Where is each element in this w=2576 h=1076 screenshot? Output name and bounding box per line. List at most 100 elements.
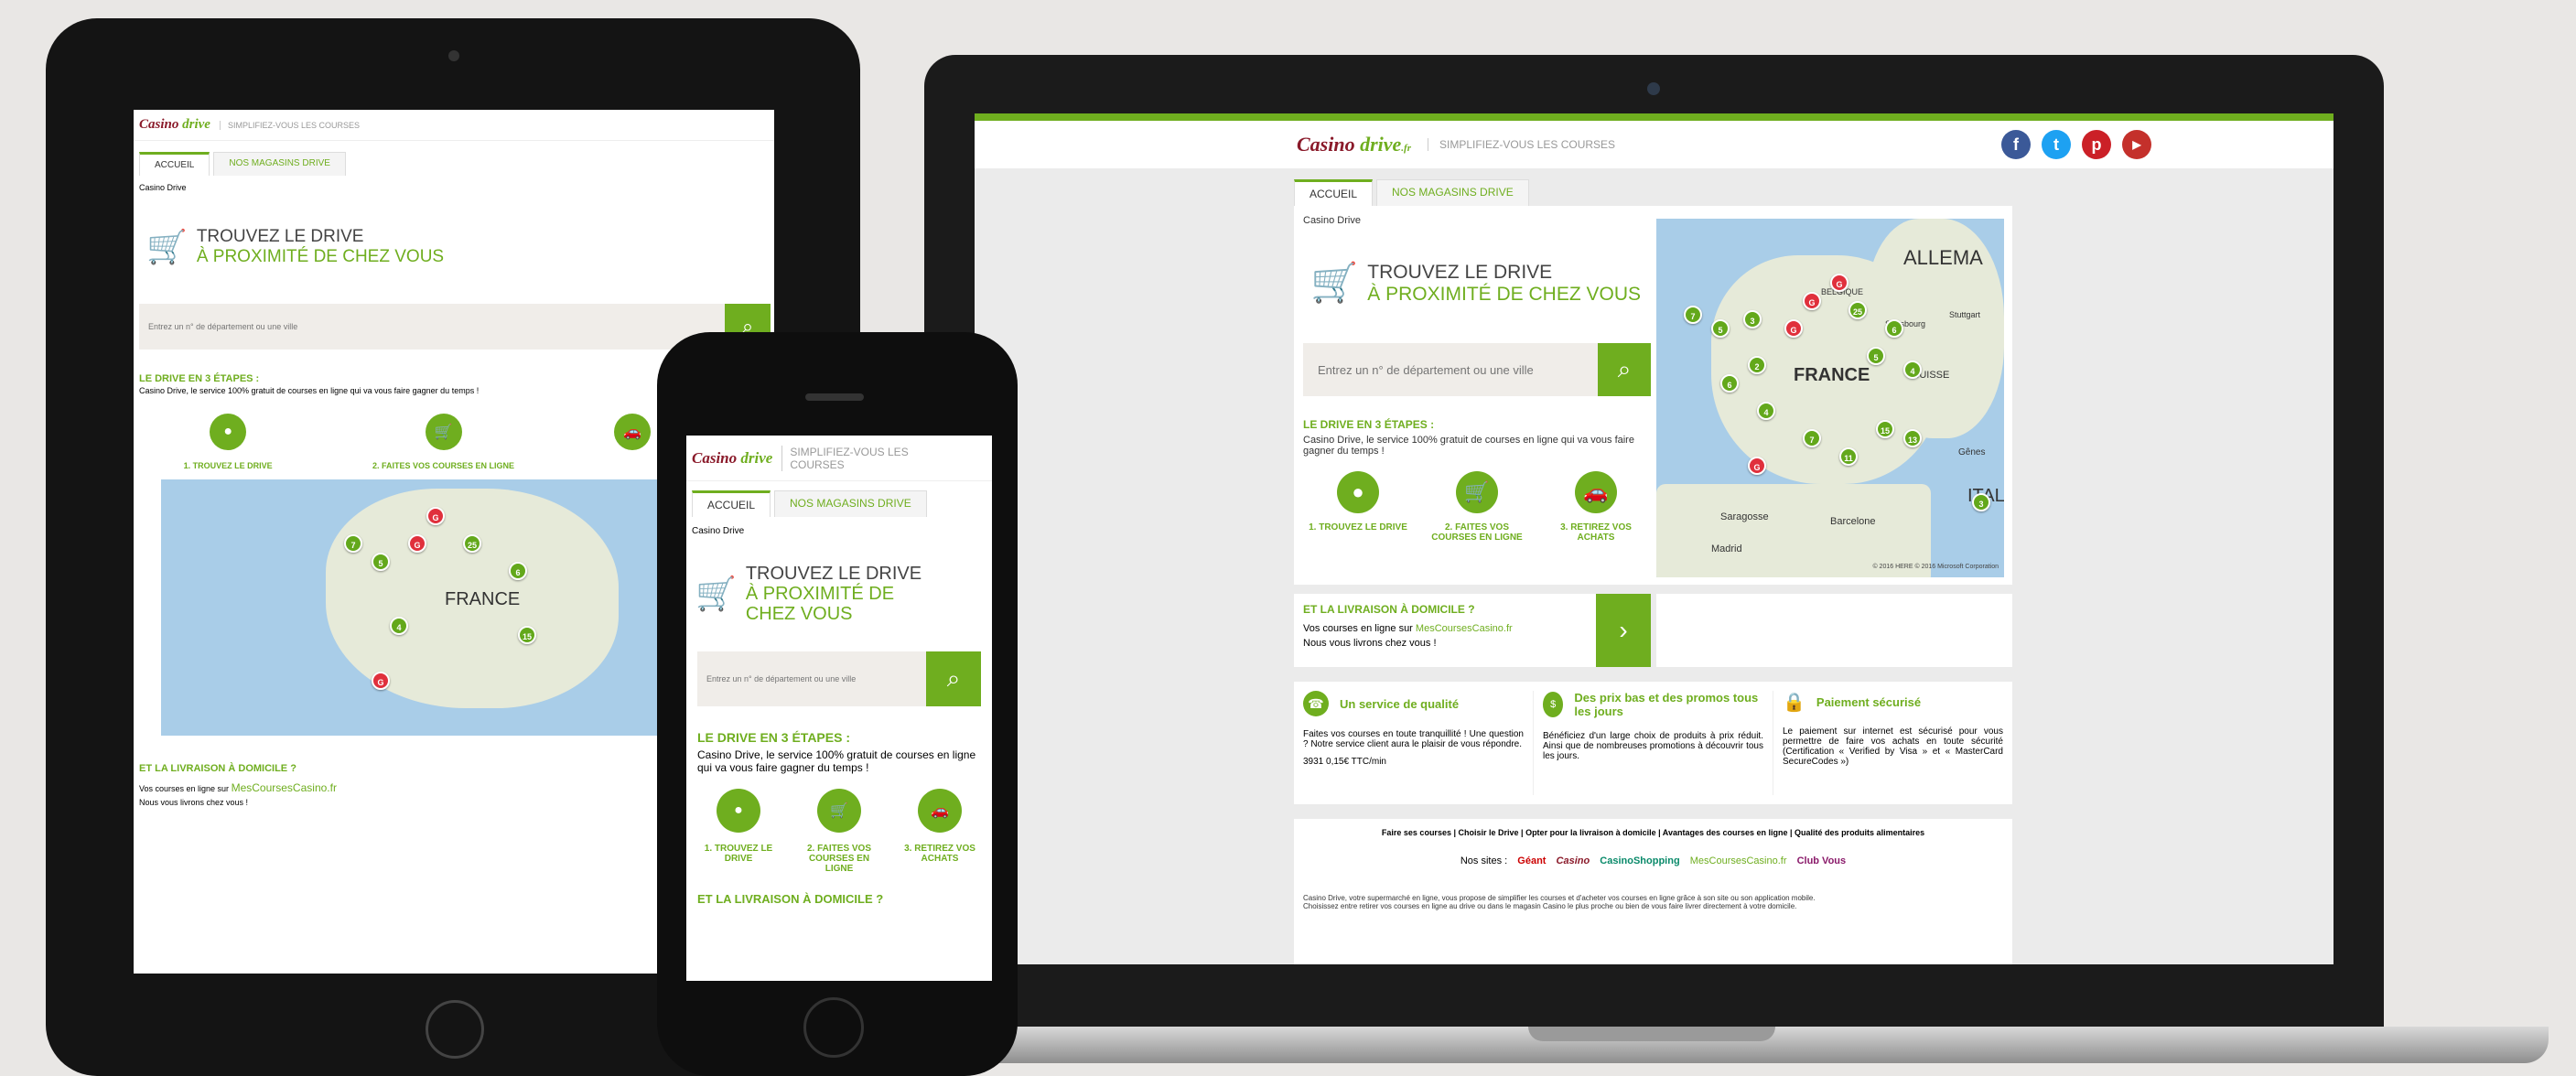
- step-1[interactable]: ● 1. TROUVEZ LE DRIVE: [184, 414, 273, 470]
- map-pin[interactable]: 15: [518, 626, 536, 644]
- mescourses-logo[interactable]: MesCoursesCasino.fr: [1416, 623, 1513, 634]
- brand-logo[interactable]: Casino drive: [139, 117, 210, 133]
- tab-accueil[interactable]: ACCUEIL: [1294, 179, 1374, 206]
- tablet-camera: [448, 50, 459, 61]
- map-pin[interactable]: G: [1748, 457, 1766, 475]
- map-pin[interactable]: 15: [1876, 420, 1894, 438]
- mescourses-logo[interactable]: MesCoursesCasino.fr: [1690, 855, 1787, 866]
- map-label-barcelona: Barcelone: [1830, 516, 1876, 527]
- tab-accueil[interactable]: ACCUEIL: [139, 152, 210, 176]
- step-1[interactable]: ● 1. TROUVEZ LE DRIVE: [1303, 471, 1413, 543]
- tab-magasins[interactable]: NOS MAGASINS DRIVE: [774, 490, 927, 517]
- main-tabs: ACCUEIL NOS MAGASINS DRIVE: [1294, 179, 2012, 206]
- map-pin[interactable]: 4: [390, 617, 408, 635]
- tab-magasins[interactable]: NOS MAGASINS DRIVE: [1376, 179, 1529, 206]
- drive-map[interactable]: FRANCE ALLEMA BELGIQUE SUISSE Madrid Bar…: [1656, 219, 2004, 577]
- hero-line2: À PROXIMITÉ DE CHEZ VOUS: [1367, 283, 1642, 305]
- map-pin[interactable]: G: [408, 534, 426, 553]
- tab-accueil[interactable]: ACCUEIL: [692, 490, 771, 517]
- main-tabs: ACCUEIL NOS MAGASINS DRIVE: [139, 152, 774, 176]
- map-pin[interactable]: 5: [372, 553, 390, 571]
- social-links: f t p ▶: [1990, 130, 2151, 159]
- footer-link[interactable]: Qualité des produits alimentaires: [1795, 828, 1924, 837]
- map-pin[interactable]: 7: [1803, 429, 1821, 447]
- footer-link[interactable]: Avantages des courses en ligne: [1663, 828, 1788, 837]
- facebook-icon[interactable]: f: [2001, 130, 2031, 159]
- geant-logo[interactable]: Géant: [1517, 855, 1546, 866]
- footer-links: Faire ses courses | Choisir le Drive | O…: [1381, 828, 1925, 837]
- delivery-spacer: [1656, 594, 2012, 667]
- casino-logo[interactable]: Casino: [1557, 855, 1590, 866]
- laptop-screen: Casino drive.fr SIMPLIFIEZ-VOUS LES COUR…: [975, 113, 2333, 964]
- brand-logo[interactable]: Casino drive.fr: [1297, 133, 1411, 156]
- step-1[interactable]: ● 1. TROUVEZ LE DRIVE: [697, 789, 780, 874]
- map-pin[interactable]: 7: [344, 534, 362, 553]
- truck-icon: 🛒: [695, 575, 737, 612]
- mescourses-logo[interactable]: MesCoursesCasino.fr: [232, 781, 337, 794]
- tagline: SIMPLIFIEZ-VOUS LES COURSES: [781, 445, 919, 471]
- map-pin[interactable]: G: [426, 507, 445, 525]
- location-pin-icon: ●: [1337, 471, 1379, 513]
- delivery-arrow-button[interactable]: ›: [1596, 594, 1651, 667]
- cart-icon: 🛒: [1456, 471, 1498, 513]
- map-pin[interactable]: G: [1830, 274, 1848, 292]
- car-icon: 🚗: [918, 789, 962, 833]
- search-input[interactable]: [139, 304, 725, 350]
- map-pin[interactable]: 13: [1903, 429, 1922, 447]
- feature-text: Faites vos courses en toute tranquillité…: [1303, 729, 1524, 749]
- step-3[interactable]: 🚗 3. RETIREZ VOS ACHATS: [1541, 471, 1651, 543]
- map-pin[interactable]: 6: [1885, 319, 1903, 338]
- tablet-home-button[interactable]: [426, 1000, 484, 1059]
- location-pin-icon: ●: [210, 414, 247, 450]
- brand-logo[interactable]: Casino drive: [692, 449, 772, 468]
- feature-phone: 3931 0,15€ TTC/min: [1303, 757, 1386, 767]
- footer-link[interactable]: Choisir le Drive: [1459, 828, 1519, 837]
- map-pin[interactable]: G: [1803, 292, 1821, 310]
- feature-title: Des prix bas et des promos tous les jour…: [1574, 691, 1759, 718]
- step-2[interactable]: 🛒 2. FAITES VOS COURSES EN LIGNE: [372, 414, 514, 470]
- map-label-country: FRANCE: [1794, 365, 1870, 385]
- map-pin[interactable]: 5: [1711, 319, 1730, 338]
- drive-map[interactable]: FRANCE G G 7 5 25 6 4 15 G: [161, 479, 728, 736]
- youtube-icon[interactable]: ▶: [2122, 130, 2151, 159]
- step-2[interactable]: 🛒 2. FAITES VOS COURSES EN LIGNE: [798, 789, 880, 874]
- pinterest-icon[interactable]: p: [2082, 130, 2111, 159]
- tab-magasins[interactable]: NOS MAGASINS DRIVE: [213, 152, 346, 176]
- steps-title: LE DRIVE EN 3 ÉTAPES :: [1303, 418, 1435, 431]
- search-button[interactable]: ⌕: [1598, 343, 1651, 396]
- main-tabs: ACCUEIL NOS MAGASINS DRIVE: [692, 490, 992, 517]
- map-pin[interactable]: 25: [1848, 301, 1867, 319]
- search-input[interactable]: [1303, 343, 1598, 396]
- feature-title: Paiement sécurisé: [1816, 695, 1922, 709]
- search-button[interactable]: ⌕: [926, 651, 981, 706]
- map-pin[interactable]: 6: [1720, 374, 1739, 393]
- car-icon: 🚗: [1575, 471, 1617, 513]
- map-pin[interactable]: 4: [1757, 402, 1775, 420]
- map-pin[interactable]: G: [372, 672, 390, 690]
- footer-link[interactable]: Faire ses courses: [1382, 828, 1451, 837]
- phone-home-button[interactable]: [803, 997, 864, 1058]
- search-input[interactable]: [697, 651, 926, 706]
- headset-icon: ☎: [1303, 691, 1329, 716]
- map-pin[interactable]: 11: [1839, 447, 1858, 466]
- map-copyright: © 2016 HERE © 2016 Microsoft Corporation: [1872, 564, 1999, 570]
- twitter-icon[interactable]: t: [2042, 130, 2071, 159]
- hero: 🛒 TROUVEZ LE DRIVE À PROXIMITÉ DE CHEZ V…: [146, 227, 445, 266]
- map-pin[interactable]: 3: [1972, 493, 1990, 511]
- footer-link[interactable]: Opter pour la livraison à domicile: [1525, 828, 1656, 837]
- casinoshopping-logo[interactable]: CasinoShopping: [1600, 855, 1679, 866]
- step-2[interactable]: 🛒 2. FAITES VOS COURSES EN LIGNE: [1422, 471, 1532, 543]
- map-pin[interactable]: G: [1784, 319, 1803, 338]
- map-pin[interactable]: 25: [463, 534, 481, 553]
- map-pin[interactable]: 4: [1903, 360, 1922, 379]
- club-vous-logo[interactable]: Club Vous: [1797, 855, 1847, 866]
- map-pin[interactable]: 6: [509, 562, 527, 580]
- map-pin[interactable]: 7: [1684, 306, 1702, 324]
- step-3[interactable]: 🚗: [614, 414, 652, 470]
- delivery-title: ET LA LIVRAISON À DOMICILE ?: [1303, 603, 1475, 616]
- map-pin[interactable]: 2: [1748, 356, 1766, 374]
- breadcrumb: Casino Drive: [692, 526, 745, 536]
- map-pin[interactable]: 3: [1743, 310, 1762, 328]
- map-pin[interactable]: 5: [1867, 347, 1885, 365]
- step-3[interactable]: 🚗 3. RETIREZ VOS ACHATS: [899, 789, 981, 874]
